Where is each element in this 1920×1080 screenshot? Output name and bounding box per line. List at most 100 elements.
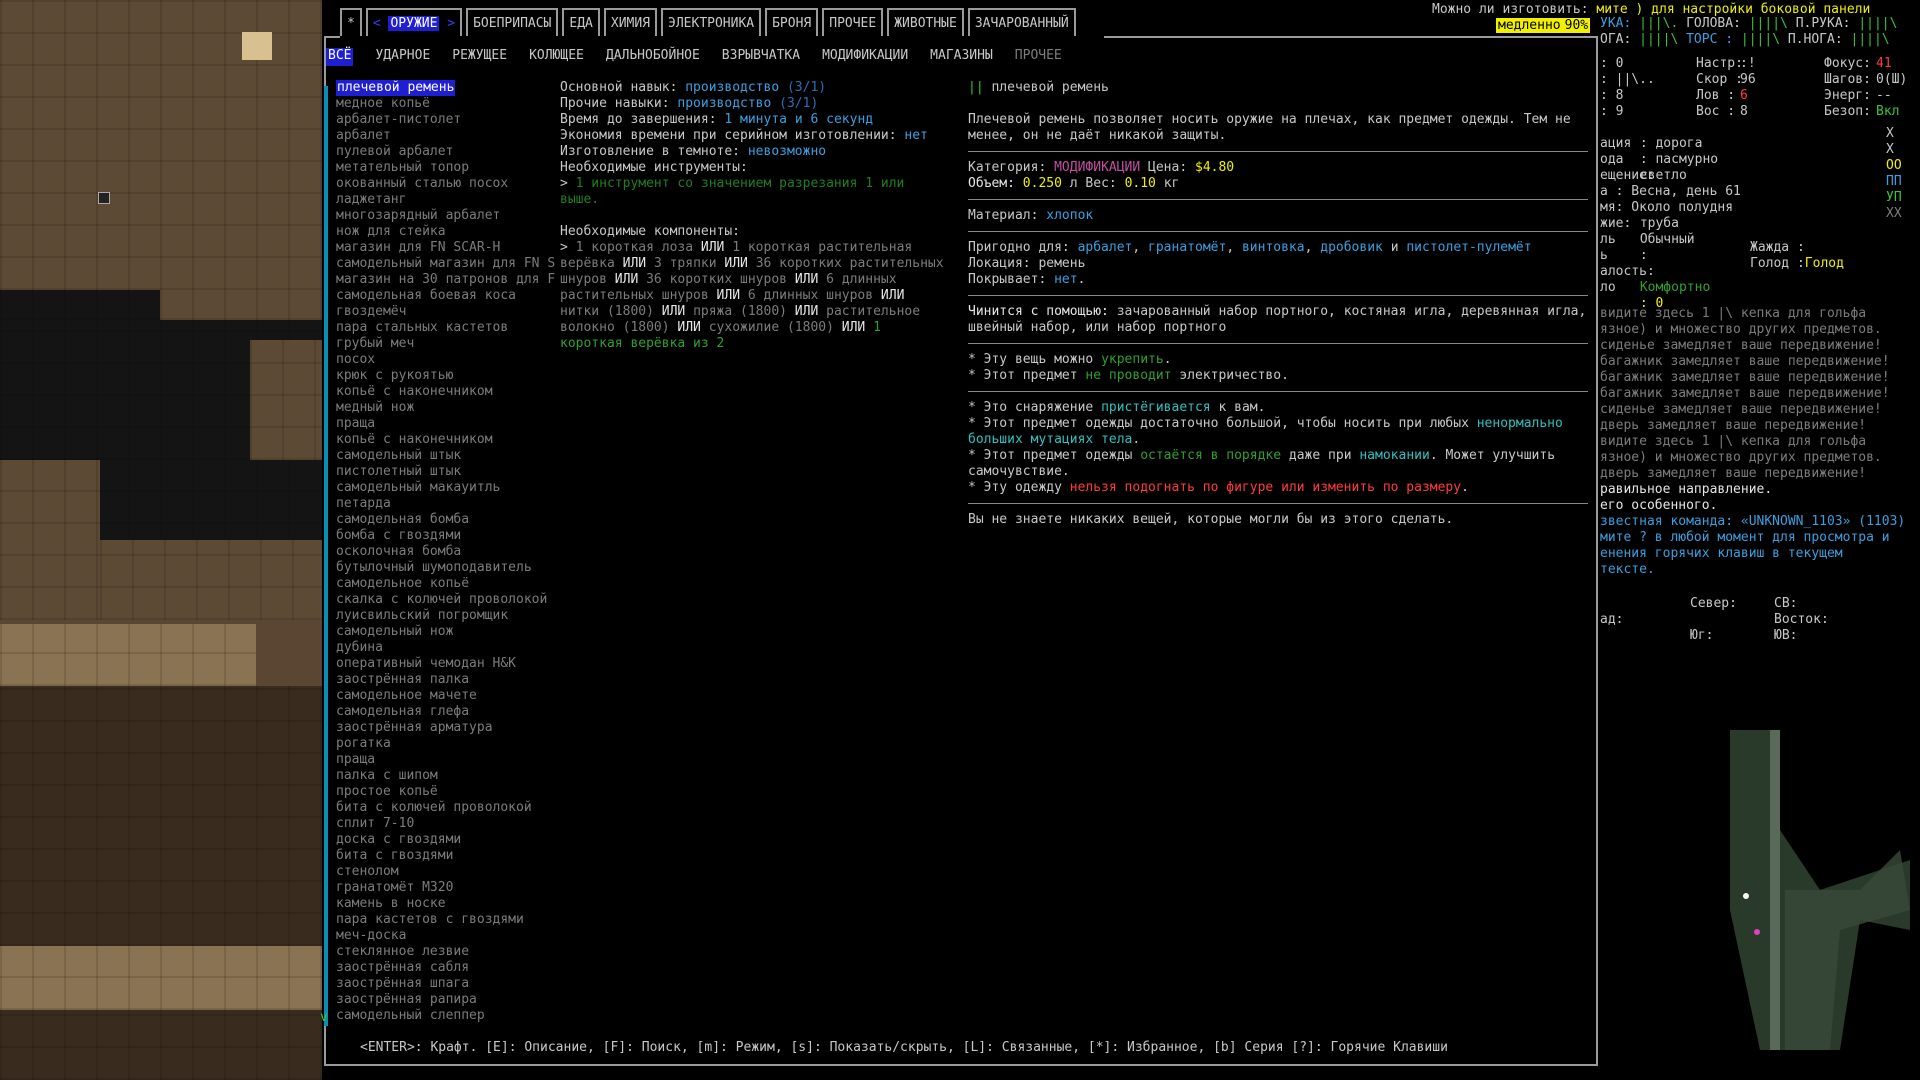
recipe-list-item[interactable]: праща (336, 416, 564, 432)
suitable-weapon: дробовик (1320, 240, 1383, 255)
recipe-label: самодельная бомба (336, 512, 470, 527)
recipe-list-item[interactable]: меч-доска (336, 928, 564, 944)
recipe-label: окованный сталью посох (336, 176, 509, 191)
recipe-list-item[interactable]: пара кастетов с гвоздями (336, 912, 564, 928)
recipe-list-item[interactable]: самодельное копьё (336, 576, 564, 592)
recipe-list-item[interactable]: бита с колючей проволокой (336, 800, 564, 816)
recipe-list-item[interactable]: пистолетный штык (336, 464, 564, 480)
recipe-list-item[interactable]: стеклянное лезвие (336, 944, 564, 960)
recipe-list-item[interactable]: скалка с колючей проволокой (336, 592, 564, 608)
body-status-row: УКА: |||\. ГОЛОВА: ||||\ П.РУКА: ||||\ (1600, 16, 1898, 31)
recipe-list-item[interactable]: медный нож (336, 400, 564, 416)
item-note: * Этот предмет не проводит электричество… (968, 368, 1289, 383)
recipe-label: посох (336, 352, 376, 367)
subtab-0[interactable]: ВСЁ (326, 48, 354, 66)
recipe-list-item[interactable]: копьё с наконечником (336, 432, 564, 448)
recipe-list-item[interactable]: пулевой арбалет (336, 144, 564, 160)
subtab-2[interactable]: РЕЖУЩЕЕ (452, 48, 507, 66)
recipe-list-item[interactable]: бита с гвоздями (336, 848, 564, 864)
recipe-list-item[interactable]: простое копьё (336, 784, 564, 800)
recipe-list-item[interactable]: палка с шипом (336, 768, 564, 784)
recipe-list-item[interactable]: дубина (336, 640, 564, 656)
recipe-list-item[interactable]: бутылочный шумоподавитель (336, 560, 564, 576)
recipe-list-item[interactable]: арбалет (336, 128, 564, 144)
recipe-list-item[interactable]: заострённая палка (336, 672, 564, 688)
recipe-list-item[interactable]: самодельный слеппер (336, 1008, 564, 1024)
recipe-list-item[interactable]: рогатка (336, 736, 564, 752)
recipe-list-item[interactable]: арбалет-пистолет (336, 112, 564, 128)
subtab-5[interactable]: ВЗРЫВЧАТКА (722, 48, 800, 66)
subtab-6[interactable]: МОДИФИКАЦИИ (822, 48, 908, 66)
recipe-list-item[interactable]: самодельное мачете (336, 688, 564, 704)
subtab-4[interactable]: ДАЛЬНОБОЙНОЕ (606, 48, 700, 66)
recipe-list-item[interactable]: стенолом (336, 864, 564, 880)
recipe-label: заострённая рапира (336, 992, 477, 1007)
recipe-label: пулевой арбалет (336, 144, 454, 159)
recipe-list-item[interactable]: гранатомёт M320 (336, 880, 564, 896)
recipe-list-item[interactable]: многозарядный арбалет (336, 208, 564, 224)
recipe-list-item[interactable]: праща (336, 752, 564, 768)
subtab-1[interactable]: УДАРНОЕ (375, 48, 430, 66)
recipe-list-item[interactable]: медное копьё (336, 96, 564, 112)
recipe-list-item[interactable]: заострённая рапира (336, 992, 564, 1008)
subcategory-tabs: ВСЁ УДАРНОЕ РЕЖУЩЕЕ КОЛЮЩЕЕ ДАЛЬНОБОЙНОЕ ВЗРЫ… (326, 48, 1062, 66)
recipe-list-item[interactable]: магазин на 30 патронов для F (336, 272, 564, 288)
message-log-line: язное) и множество других предметов. (1600, 322, 1882, 337)
dirt-tiles (100, 540, 322, 620)
recipe-list-item[interactable]: оперативный чемодан H&K (336, 656, 564, 672)
recipe-label: пистолетный штык (336, 464, 462, 479)
item-repair-line: Чинится с помощью: зачарованный набор по… (968, 304, 1587, 335)
recipe-label: самодельный нож (336, 624, 454, 639)
recipe-list-item[interactable]: заострённая сабля (336, 960, 564, 976)
recipe-list-item[interactable]: камень в носке (336, 896, 564, 912)
recipe-list-item[interactable]: самодельная бомба (336, 512, 564, 528)
recipe-list-item[interactable]: нож для стейка (336, 224, 564, 240)
recipe-list-item[interactable]: копьё с наконечником (336, 384, 564, 400)
recipe-label: самодельное копьё (336, 576, 470, 591)
subtab-3[interactable]: КОЛЮЩЕЕ (529, 48, 584, 66)
floor-tiles (0, 1010, 322, 1080)
recipe-label: петарда (336, 496, 391, 511)
environment-row: а : Весна, день 61 (1600, 184, 1741, 199)
recipe-list-item[interactable]: магазин для FN SCAR-H (336, 240, 564, 256)
component-option: ИЛИ (708, 288, 748, 303)
recipe-list-item[interactable]: самодельный нож (336, 624, 564, 640)
recipe-list-item[interactable]: окованный сталью посох (336, 176, 564, 192)
recipe-list-item[interactable]: самодельный штык (336, 448, 564, 464)
message-log-line: тексте. (1600, 562, 1655, 577)
recipe-list-item[interactable]: самодельный магазин для FN S (336, 256, 564, 272)
recipe-list-item[interactable]: самодельная глефа (336, 704, 564, 720)
recipe-list-item[interactable]: самодельная боевая коса (336, 288, 564, 304)
recipe-list-item[interactable]: самодельный макауитль (336, 480, 564, 496)
recipe-list-item[interactable]: гвоздемёч (336, 304, 564, 320)
recipe-list-item[interactable]: осколочная бомба (336, 544, 564, 560)
npc-marker (1754, 929, 1760, 935)
recipe-list-item[interactable]: посох (336, 352, 564, 368)
recipe-scrollbar[interactable] (324, 86, 328, 1026)
subtab-7[interactable]: МАГАЗИНЫ (930, 48, 993, 66)
item-covers-line: Покрывает: нет. (968, 272, 1086, 287)
recipe-list-item[interactable]: ладжетанг (336, 192, 564, 208)
item-category-line: Категория: МОДИФИКАЦИИ Цена: $4.80 (968, 160, 1235, 175)
environment-row: ация : дорога (1600, 136, 1703, 151)
recipe-list-item[interactable]: плечевой ремень (336, 80, 564, 96)
recipe-list-item[interactable]: заострённая шпага (336, 976, 564, 992)
map-glyph: ОО (1886, 158, 1902, 173)
recipe-list-item[interactable]: грубый меч (336, 336, 564, 352)
recipe-list-item[interactable]: крюк с рукоятью (336, 368, 564, 384)
recipe-list-item[interactable]: пара стальных кастетов (336, 320, 564, 336)
recipe-list-item[interactable]: луисвильский погромщик (336, 608, 564, 624)
recipe-list-item[interactable]: метательный топор (336, 160, 564, 176)
hunger-row: Голод :Голод (1750, 256, 1844, 271)
recipe-list-item[interactable]: сплит 7-10 (336, 816, 564, 832)
message-log-line: дверь замедляет ваше передвижение! (1600, 466, 1867, 481)
recipe-list-item[interactable]: доска с гвоздями (336, 832, 564, 848)
recipe-list-item[interactable]: петарда (336, 496, 564, 512)
recipe-label: копьё с наконечником (336, 432, 493, 447)
recipe-list-item[interactable]: бомба с гвоздями (336, 528, 564, 544)
recipe-list-item[interactable]: заострённая арматура (336, 720, 564, 736)
recipe-label: магазин на 30 патронов для F (336, 272, 556, 287)
item-note-strap: * Это снаряжение пристёгивается к вам. (968, 400, 1266, 415)
subtab-8[interactable]: ПРОЧЕЕ (1015, 48, 1062, 66)
body-status-row: ОГА: ||||\ ТОРС : ||||\ П.НОГА: ||||\ (1600, 32, 1890, 47)
